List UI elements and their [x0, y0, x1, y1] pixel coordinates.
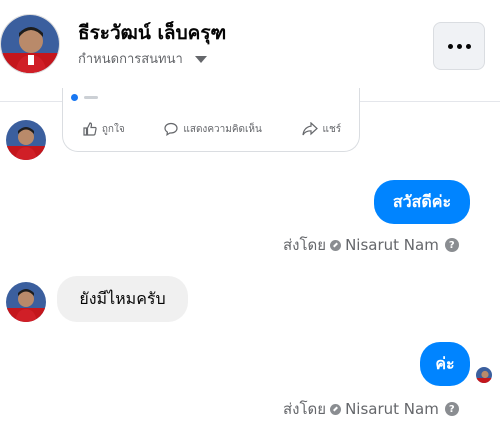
message-bubble-outgoing[interactable]: สวัสดีค่ะ: [374, 180, 470, 224]
thumbs-up-icon: [83, 122, 97, 136]
sender-name: Nisarut Nam: [345, 400, 439, 418]
shared-post-card[interactable]: ถูกใจ แสดงความคิดเห็น แชร์: [62, 88, 360, 152]
help-icon[interactable]: ?: [444, 402, 459, 416]
reaction-dot-icon: [71, 94, 78, 101]
verified-check-icon: [330, 403, 342, 415]
share-icon: [301, 122, 318, 136]
message-text: สวัสดีค่ะ: [392, 191, 452, 211]
like-label: ถูกใจ: [101, 123, 125, 135]
contact-avatar-small[interactable]: [6, 120, 46, 160]
contact-name[interactable]: ธีระวัฒน์ เล็บครุฑ: [78, 18, 226, 48]
comment-label: แสดงความคิดเห็น: [183, 123, 262, 135]
share-post-button[interactable]: แชร์: [301, 122, 342, 137]
manage-conversation-label: กำหนดการสนทนา: [78, 52, 183, 67]
post-actions-row: ถูกใจ แสดงความคิดเห็น แชร์: [63, 116, 361, 142]
message-bubble-outgoing[interactable]: ค่ะ: [420, 342, 470, 386]
message-text: ค่ะ: [435, 353, 455, 373]
contact-avatar[interactable]: [0, 14, 60, 74]
message-text: ยังมีไหมครับ: [79, 288, 166, 308]
sent-by-info: ส่งโดย Nisarut Nam ?: [283, 397, 459, 421]
conversation-view: ธีระวัฒน์ เล็บครุฑ กำหนดการสนทนา ถูกใจ แ…: [0, 0, 500, 435]
share-label: แชร์: [322, 123, 342, 135]
conversation-header: ธีระวัฒน์ เล็บครุฑ กำหนดการสนทนา: [0, 0, 500, 102]
verified-check-icon: [330, 239, 342, 251]
caret-down-icon: [194, 56, 207, 63]
sent-by-label: ส่งโดย: [283, 236, 327, 254]
manage-conversation-button[interactable]: กำหนดการสนทนา: [78, 48, 207, 69]
message-bubble-incoming[interactable]: ยังมีไหมครับ: [57, 276, 188, 322]
more-options-button[interactable]: [433, 22, 485, 70]
comment-icon: [164, 122, 178, 136]
sender-name: Nisarut Nam: [345, 236, 439, 254]
like-post-button[interactable]: ถูกใจ: [83, 122, 125, 137]
more-horizontal-icon: [447, 43, 453, 49]
help-icon[interactable]: ?: [444, 238, 459, 252]
contact-avatar-small[interactable]: [6, 282, 46, 322]
seen-receipt-avatar: [475, 366, 493, 384]
sent-by-info: ส่งโดย Nisarut Nam ?: [283, 233, 459, 257]
post-reaction-strip: [71, 94, 98, 101]
sent-by-label: ส่งโดย: [283, 400, 327, 418]
comment-post-button[interactable]: แสดงความคิดเห็น: [164, 122, 262, 137]
